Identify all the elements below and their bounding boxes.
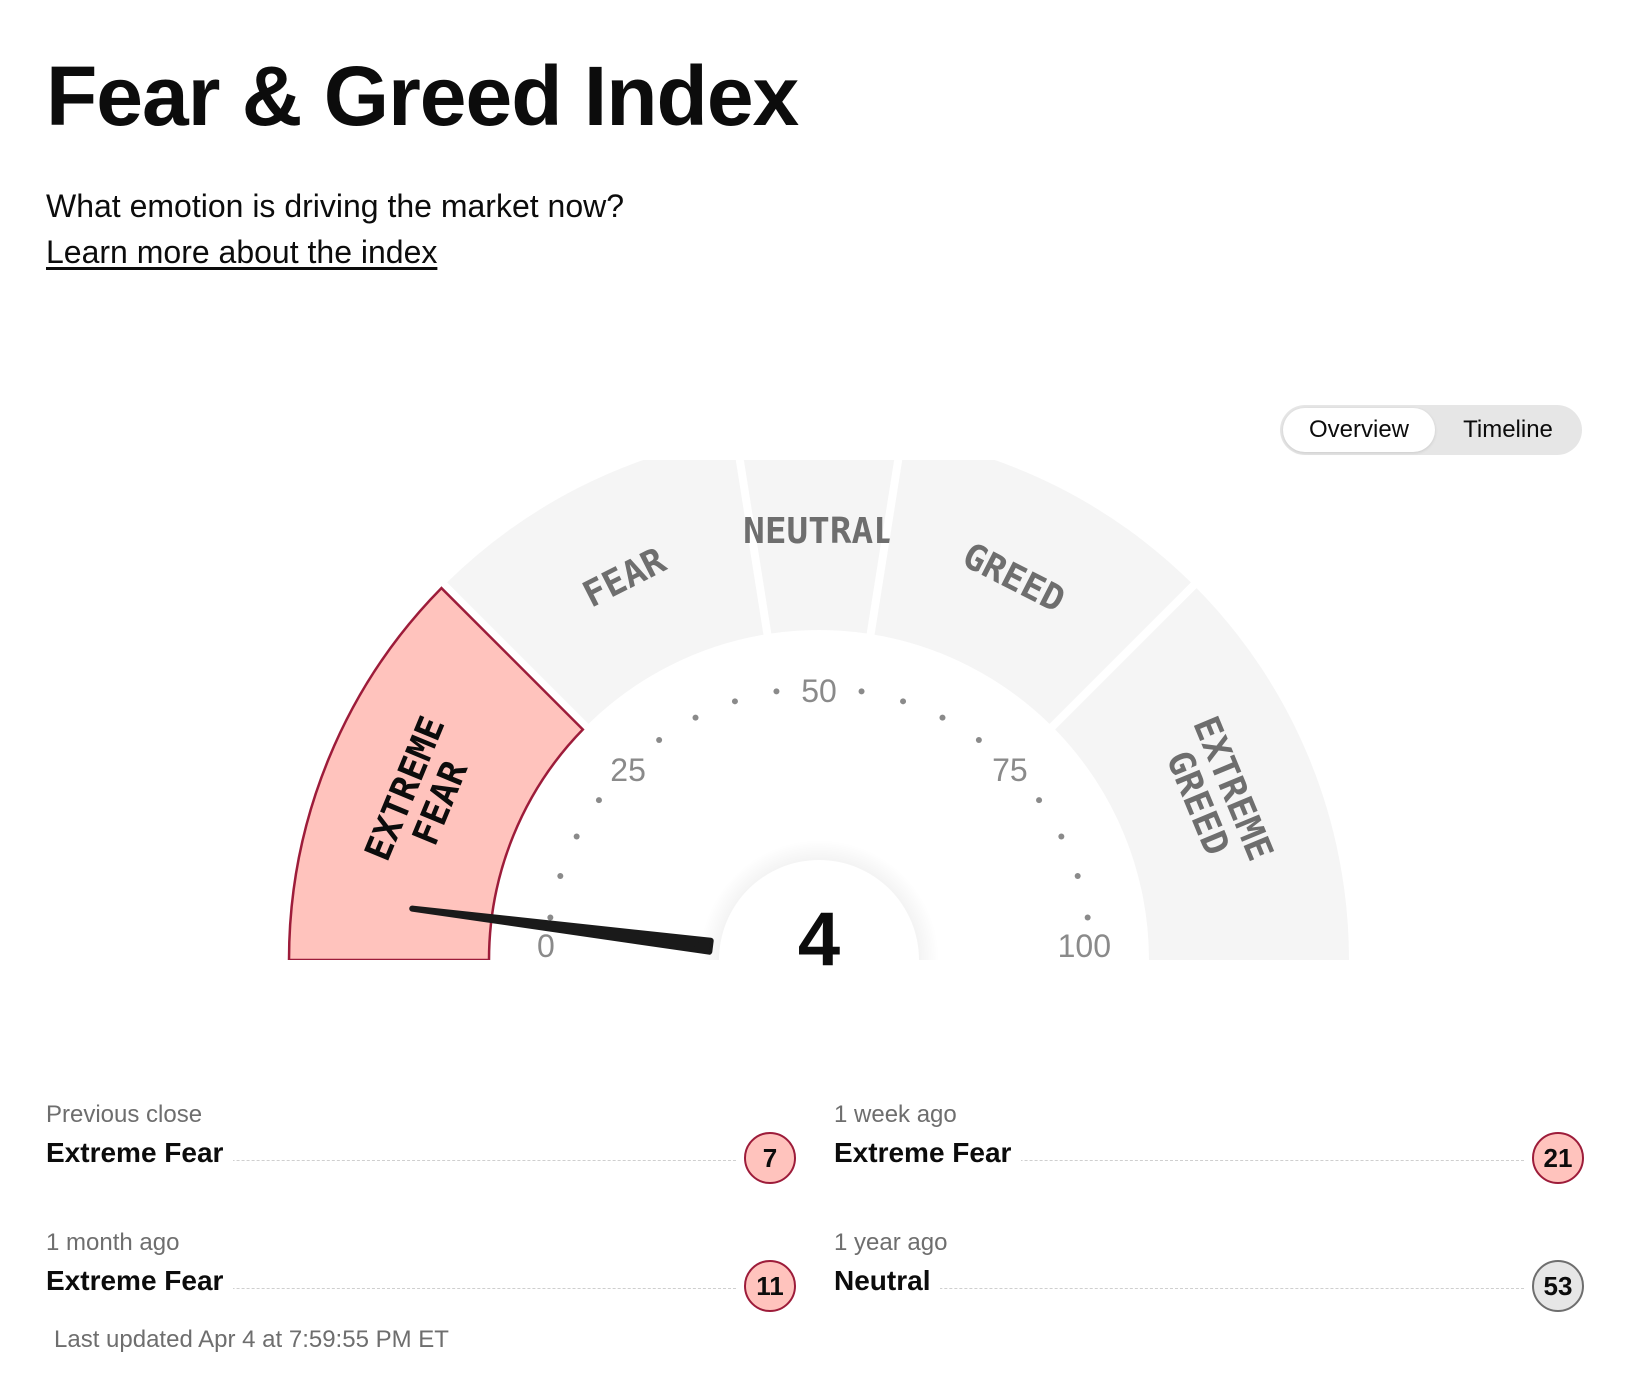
- gauge-scale-label: 75: [992, 752, 1028, 788]
- stat-rating: Extreme Fear: [834, 1135, 1022, 1171]
- stat-badge: 21: [1532, 1132, 1584, 1184]
- gauge-scale-label: 50: [801, 673, 837, 709]
- stat-1-month-ago: 1 month ago Extreme Fear 11: [46, 1228, 796, 1338]
- gauge-tick-dot: [975, 736, 982, 743]
- gauge-tick-dot: [547, 914, 554, 921]
- stat-badge: 53: [1532, 1260, 1584, 1312]
- page-subtitle: What emotion is driving the market now?: [46, 188, 625, 224]
- stat-1-year-ago: 1 year ago Neutral 53: [834, 1228, 1584, 1338]
- stat-period: 1 year ago: [834, 1229, 948, 1256]
- gauge-tick-dot: [858, 688, 865, 695]
- stat-1-week-ago: 1 week ago Extreme Fear 21: [834, 1100, 1584, 1210]
- gauge-tick-dot: [557, 872, 564, 879]
- gauge-tick-dot: [1074, 872, 1081, 879]
- toggle-timeline[interactable]: Timeline: [1437, 408, 1579, 452]
- gauge-tick-dot: [900, 698, 907, 705]
- gauge-segment-label-neutral: NEUTRAL: [743, 511, 895, 552]
- stat-period: 1 week ago: [834, 1101, 957, 1128]
- gauge-tick-dot: [595, 797, 602, 804]
- stat-badge: 7: [744, 1132, 796, 1184]
- fear-greed-gauge: EXTREMEFEARFEARNEUTRALGREEDEXTREMEGREED …: [0, 460, 1638, 1020]
- stat-rating: Neutral: [834, 1263, 941, 1299]
- page-title: Fear & Greed Index: [46, 49, 799, 143]
- gauge-scale-label: 0: [537, 928, 555, 964]
- stat-badge: 11: [744, 1260, 796, 1312]
- gauge-tick-dot: [773, 688, 780, 695]
- gauge-scale-label: 100: [1058, 928, 1111, 964]
- gauge-tick-dot: [573, 833, 580, 840]
- stat-rating: Extreme Fear: [46, 1135, 234, 1171]
- gauge-scale-label: 25: [610, 752, 646, 788]
- gauge-tick-dot: [939, 714, 946, 721]
- stat-period: 1 month ago: [46, 1229, 180, 1256]
- learn-more-link[interactable]: Learn more about the index: [46, 232, 437, 272]
- gauge-value: 4: [798, 897, 840, 982]
- gauge-tick-dot: [1058, 833, 1065, 840]
- gauge-tick-dot: [656, 736, 663, 743]
- view-toggle: Overview Timeline: [1280, 405, 1582, 455]
- stat-rating: Extreme Fear: [46, 1263, 234, 1299]
- stat-period: Previous close: [46, 1101, 203, 1128]
- toggle-overview[interactable]: Overview: [1283, 408, 1435, 452]
- gauge-tick-dot: [1084, 914, 1091, 921]
- gauge-tick-dot: [692, 714, 699, 721]
- stat-previous-close: Previous close Extreme Fear 7: [46, 1100, 796, 1210]
- gauge-tick-dot: [1036, 797, 1043, 804]
- last-updated: Last updated Apr 4 at 7:59:55 PM ET: [54, 1326, 449, 1353]
- gauge-tick-dot: [731, 698, 738, 705]
